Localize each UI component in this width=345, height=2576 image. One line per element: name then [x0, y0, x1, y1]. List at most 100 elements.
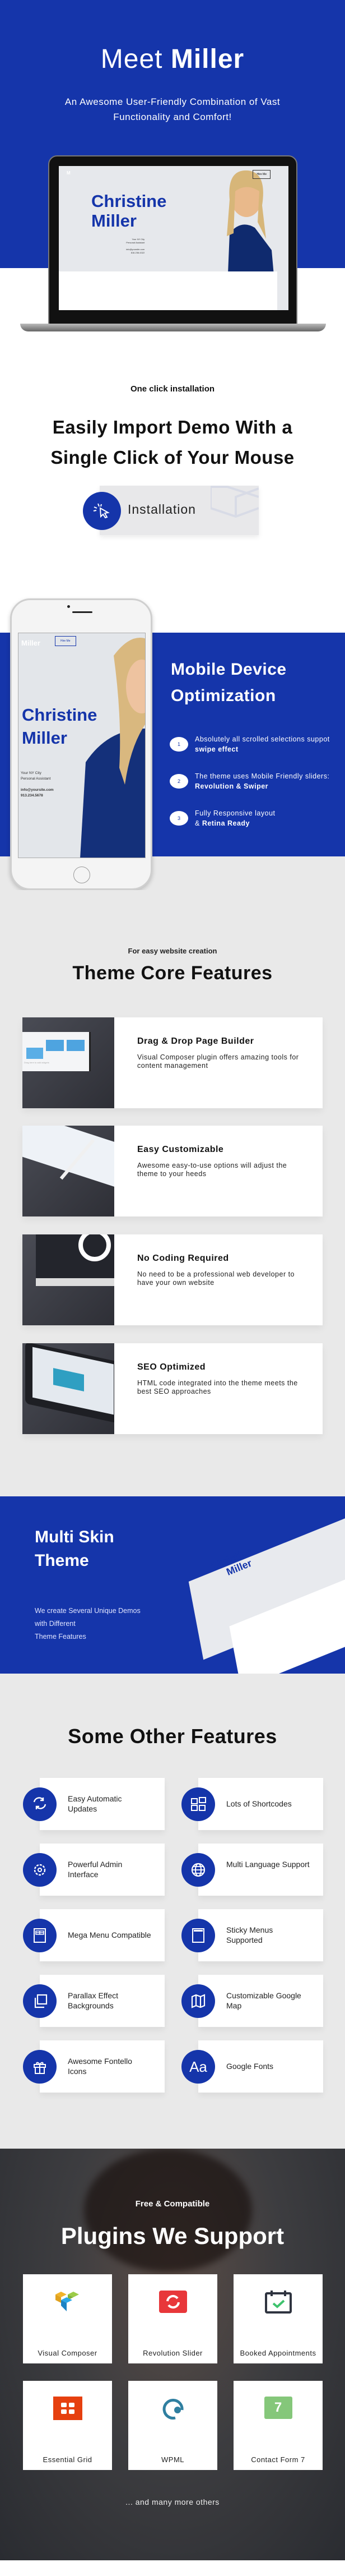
multi-skin-desc: We create Several Unique Demos with Diffe… — [35, 1605, 141, 1643]
mobile-feature-item: 1 Absolutely all scrolled selections supp… — [170, 734, 338, 754]
feature-text: The theme uses Mobile Friendly sliders: … — [195, 771, 338, 791]
plugin-icon — [158, 2290, 188, 2314]
email: info@yoursite.com — [21, 788, 54, 792]
plugins-eyebrow: Free & Compatible — [135, 2199, 210, 2209]
plugin-card: Essential Grid — [23, 2381, 112, 2470]
title-bold: Miller — [170, 44, 245, 74]
feature-item: Lots of Shortcodes — [198, 1778, 323, 1830]
bold-text: Revolution & Swiper — [195, 782, 269, 790]
heading-line: Easily Import Demo With a — [52, 417, 293, 437]
phone-name: Christine Miller — [22, 703, 97, 749]
feature-item: Multi Language Support — [198, 1844, 323, 1896]
name-line: Miller — [22, 728, 67, 748]
card-desc: Awesome easy-to-use options will adjust … — [137, 1162, 287, 1178]
map-icon — [181, 1984, 215, 2018]
mobile-feature-item: 3 Fully Responsive layout & Retina Ready — [170, 808, 338, 828]
mobile-title: Mobile Device Optimization — [171, 656, 287, 709]
cursor-click-icon[interactable] — [83, 492, 121, 530]
plugin-icon — [53, 2290, 82, 2314]
name-line: Christine — [22, 705, 97, 725]
feature-item: Easy Automatic Updates — [40, 1778, 165, 1830]
desc-line: with Different — [35, 1620, 76, 1628]
multi-skin-section: Christine Miller — [0, 1496, 345, 1674]
title-line: Optimization — [171, 686, 276, 705]
feature-item: Parallax Effect Backgrounds — [40, 1975, 165, 2027]
plugins-footer: ... and many more others — [125, 2497, 220, 2506]
gift-icon — [23, 2050, 57, 2084]
feature-text: Fully Responsive layout & Retina Ready — [195, 808, 279, 828]
desc-line: Theme Features — [35, 1633, 86, 1640]
plugin-card: Booked Appointments — [234, 2274, 323, 2363]
plugin-card: WPML — [128, 2381, 217, 2470]
core-eyebrow: For easy website creation — [128, 947, 217, 955]
screen-name: Christine Miller — [91, 191, 166, 231]
laptop-base — [20, 324, 326, 331]
install-heading: Easily Import Demo With a Single Click of… — [0, 412, 345, 473]
hero-title: Meet Miller — [0, 44, 345, 75]
number-badge: 3 — [170, 811, 188, 826]
home-button — [73, 867, 90, 883]
phone-contact: Your NY City Personal Assistant info@yours… — [21, 771, 54, 799]
name-line: Miller — [91, 211, 137, 231]
essential-grid-icon — [53, 2397, 82, 2420]
plugin-card: Revolution Slider — [128, 2274, 217, 2363]
phone: 816.236.4322 — [130, 251, 145, 254]
subtitle-line: Functionality and Comfort! — [113, 112, 232, 122]
number-badge: 2 — [170, 774, 188, 789]
feature-item: Mega Menu Compatible — [40, 1909, 165, 1961]
feature-label: Powerful Admin Interface — [68, 1860, 123, 1879]
feature-card: Easy Customizable Awesome easy-to-use opt… — [22, 1126, 323, 1216]
plugin-label: Contact Form 7 — [251, 2455, 305, 2464]
card-desc: HTML code integrated into the theme meet… — [137, 1379, 298, 1395]
phone-hire-button: Hire Me — [55, 636, 76, 646]
card-title: SEO Optimized — [137, 1362, 206, 1372]
mega-menu-icon — [23, 1919, 57, 1952]
other-features-title: Some Other Features — [68, 1725, 277, 1748]
bold-text: swipe effect — [195, 745, 239, 753]
desc-line: We create Several Unique Demos — [35, 1607, 141, 1615]
phone-logo: Miller — [21, 639, 40, 647]
feature-item: Awesome Fontello Icons — [40, 2040, 165, 2093]
card-desc: No need to be a professional web develop… — [137, 1270, 295, 1287]
plugin-label: Essential Grid — [43, 2455, 92, 2464]
revolution-slider-icon — [158, 2291, 187, 2313]
feature-label: Google Fonts — [226, 2062, 274, 2071]
title-line: Multi Skin — [35, 1528, 114, 1546]
title-line: Theme — [35, 1551, 89, 1570]
phone: 913.234.5678 — [21, 794, 43, 798]
title-light: Meet — [100, 44, 163, 74]
feature-card: No Coding Required No need to be a profes… — [22, 1234, 323, 1325]
feature-label: Sticky Menus Supported — [226, 1925, 273, 1944]
plugin-icon — [264, 2290, 293, 2314]
city: Your NY City — [21, 771, 41, 775]
heading-line: Single Click of Your Mouse — [50, 447, 295, 468]
role: Personal Assistant — [126, 241, 145, 244]
plugin-label: Booked Appointments — [240, 2349, 316, 2357]
background-photo — [84, 2149, 252, 2272]
screen-logo: M — [67, 170, 71, 176]
booked-calendar-icon — [264, 2291, 292, 2314]
feature-item: Customizable Google Map — [198, 1975, 323, 2027]
plugin-icon — [53, 2397, 82, 2420]
feature-label: Multi Language Support — [226, 1860, 310, 1869]
plugin-label: WPML — [161, 2455, 184, 2464]
feature-text: Absolutely all scrolled selections suppo… — [195, 734, 338, 754]
plugin-card: 7 Contact Form 7 — [234, 2381, 323, 2470]
card-title: Easy Customizable — [137, 1145, 224, 1154]
laptop-mockup: M Christine Miller Hire Me Your NY City Pe… — [48, 155, 297, 325]
multi-skin-title: Multi Skin Theme — [35, 1526, 114, 1573]
seo-tablet-image — [22, 1343, 114, 1434]
feature-card: SEO Optimized HTML code integrated into t… — [22, 1343, 323, 1434]
feature-item: Powerful Admin Interface — [40, 1844, 165, 1896]
plugin-icon — [158, 2397, 188, 2420]
text: Absolutely all scrolled selections suppo… — [195, 735, 330, 743]
phone-screen: Miller Hire Me Christine Miller Your NY C… — [18, 633, 146, 858]
bold-text: Retina Ready — [202, 819, 250, 827]
plugin-label: Revolution Slider — [143, 2349, 203, 2357]
installation-label[interactable]: Installation — [128, 502, 196, 517]
number-badge: 1 — [170, 737, 188, 752]
feature-card: Drag here to add widgets Drag & Drop Pag… — [22, 1017, 323, 1108]
subtitle-line: An Awesome User-Friendly Combination of … — [64, 96, 281, 107]
contact-form-7-icon: 7 — [264, 2397, 292, 2419]
text: The theme uses Mobile Friendly sliders: — [195, 772, 330, 780]
